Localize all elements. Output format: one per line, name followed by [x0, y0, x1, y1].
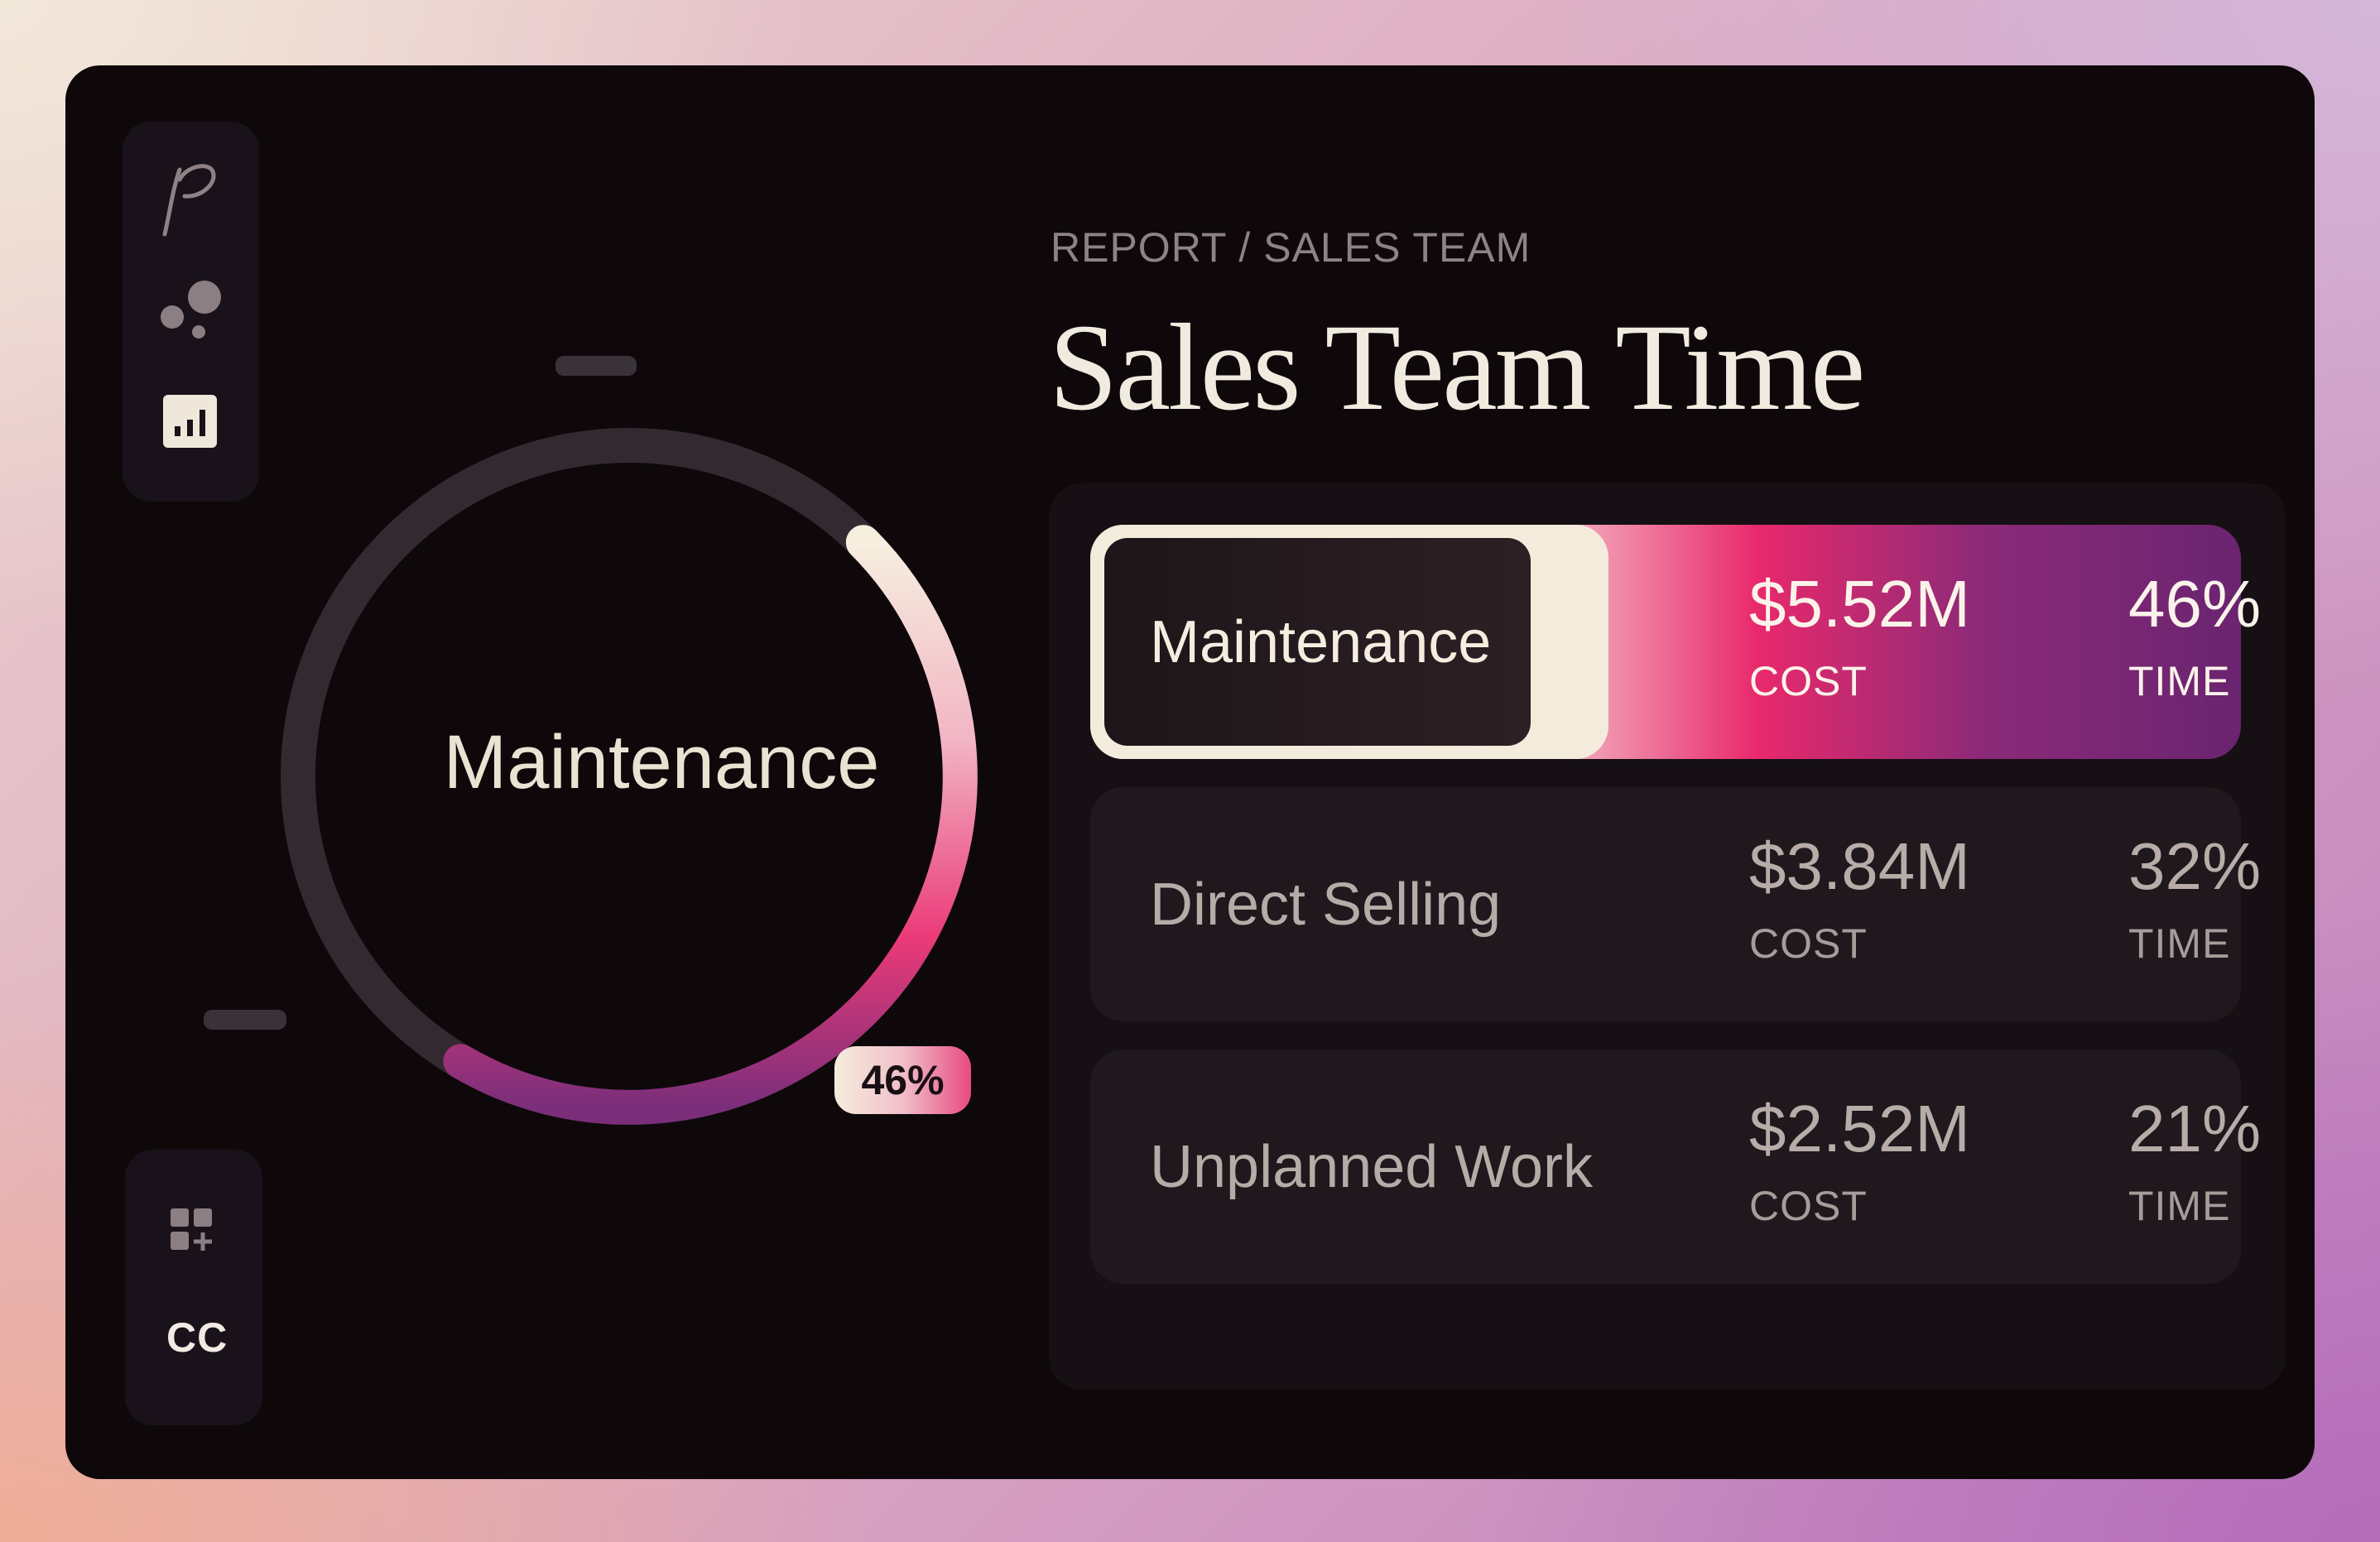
- cost-label: COST: [1749, 920, 1868, 967]
- grid-add-icon[interactable]: [169, 1207, 215, 1253]
- time-label: TIME: [2128, 1183, 2231, 1229]
- cost-value: $3.84M: [1749, 829, 1970, 903]
- table-row[interactable]: Direct Selling $3.84M COST 32% TIME: [1090, 787, 2261, 1021]
- breadcrumb[interactable]: REPORT / SALES TEAM: [1051, 223, 1531, 271]
- donut-center-label: Maintenance: [443, 720, 880, 805]
- report-chart-icon[interactable]: [163, 395, 217, 448]
- cost-label: COST: [1749, 658, 1868, 704]
- donut-top-marker: [555, 356, 637, 376]
- sidebar-bottom: [125, 1150, 262, 1425]
- row-name: Direct Selling: [1150, 871, 1502, 938]
- page-title: Sales Team Time: [1049, 299, 1865, 436]
- table-row[interactable]: Maintenance $5.52M COST 46% TIME: [1090, 525, 2261, 759]
- cost-label: COST: [1749, 1183, 1868, 1229]
- row-name: Unplanned Work: [1150, 1133, 1593, 1200]
- time-label: TIME: [2128, 658, 2231, 704]
- bubbles-icon[interactable]: [158, 279, 228, 343]
- cost-value: $5.52M: [1749, 567, 1970, 641]
- cc-button[interactable]: CC: [166, 1314, 227, 1362]
- percentage-badge: 46%: [834, 1046, 971, 1114]
- app-window: CC Maintenance 46% REPORT / SALES TEAM S…: [65, 65, 2315, 1479]
- time-value: 46%: [2128, 567, 2262, 641]
- table-row[interactable]: Unplanned Work $2.52M COST 21% TIME: [1090, 1050, 2261, 1284]
- logo-p-icon[interactable]: [161, 155, 228, 238]
- cost-value: $2.52M: [1749, 1092, 1970, 1165]
- time-value: 21%: [2128, 1092, 2262, 1165]
- donut-highlight-arc: [443, 525, 978, 1125]
- time-label: TIME: [2128, 920, 2231, 967]
- time-value: 32%: [2128, 829, 2262, 903]
- row-name: Maintenance: [1150, 608, 1492, 675]
